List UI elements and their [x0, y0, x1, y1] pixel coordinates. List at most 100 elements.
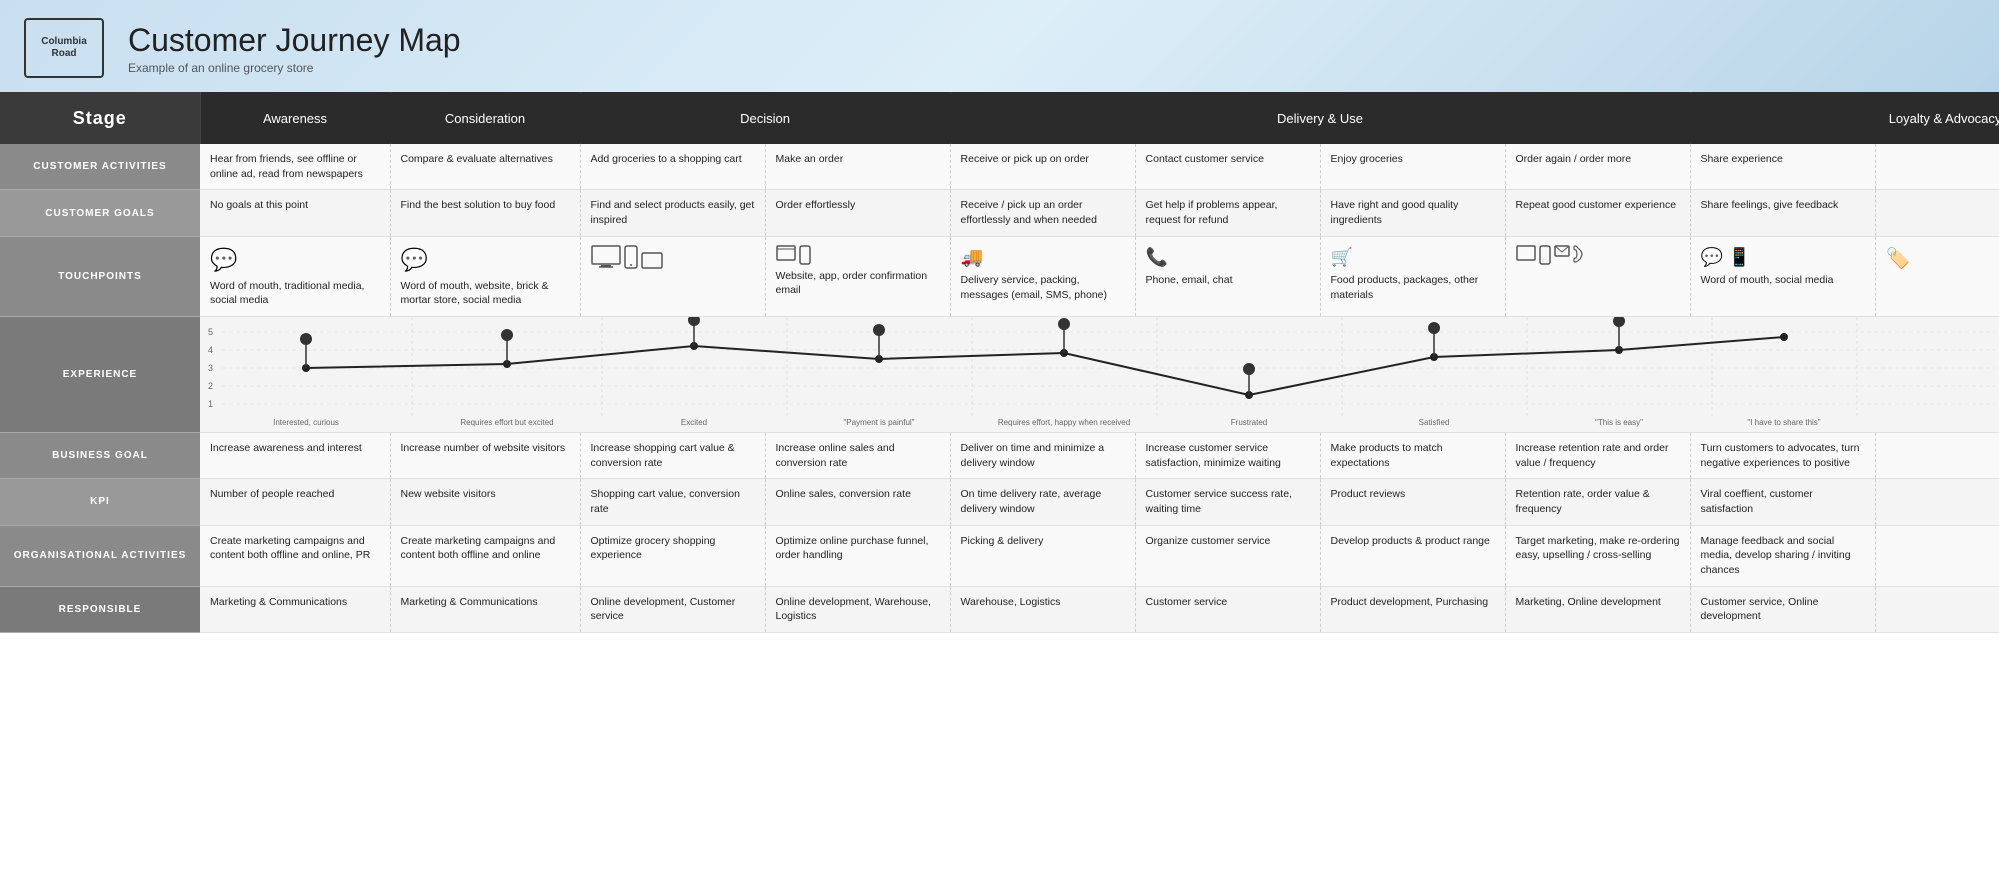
oa-delivery1: Picking & delivery — [950, 525, 1135, 586]
oa-decision2: Optimize online purchase funnel, order h… — [765, 525, 950, 586]
oa-loyalty1: Manage feedback and social media, develo… — [1690, 525, 1875, 586]
ca-delivery3: Enjoy groceries — [1320, 144, 1505, 190]
exp-label-8: "I have to share this" — [1747, 418, 1820, 427]
label-business-goal: BUSINESS GOAL — [0, 432, 200, 478]
email-icon — [1554, 245, 1570, 257]
stage-header-row: Stage Awareness Consideration Decision — [0, 92, 1999, 144]
row-responsible: RESPONSIBLE Marketing & Communications M… — [0, 586, 1999, 632]
tp-loyalty1 — [1505, 236, 1690, 316]
kpi-awareness: Number of people reached — [200, 479, 390, 525]
exp-pinhead-6 — [1428, 322, 1440, 334]
exp-pinhead-2 — [688, 317, 700, 326]
tp-loyalty3-icon: 🏷️ — [1886, 245, 1999, 273]
tp-consideration-icons: 💬 — [401, 245, 570, 276]
row-customer-activities: CUSTOMER ACTIVITIES Hear from friends, s… — [0, 144, 1999, 190]
resp-decision2: Online development, Warehouse, Logistics — [765, 586, 950, 632]
cg-decision1: Find and select products easily, get ins… — [580, 190, 765, 236]
exp-pinhead-4 — [1058, 318, 1070, 330]
cg-decision2: Order effortlessly — [765, 190, 950, 236]
bg-awareness: Increase awareness and interest — [200, 432, 390, 478]
oa-delivery3: Develop products & product range — [1320, 525, 1505, 586]
oa-loyalty2 — [1875, 525, 1999, 586]
tablet-icon — [641, 252, 663, 269]
tp-decision2-text: Website, app, order confirmation email — [776, 269, 940, 298]
row-experience: EXPERIENCE 5 4 3 2 1 — [0, 316, 1999, 432]
oa-decision1: Optimize grocery shopping experience — [580, 525, 765, 586]
bg-loyalty2 — [1875, 432, 1999, 478]
stage-label: Stage — [0, 92, 200, 144]
label-responsible: RESPONSIBLE — [0, 586, 200, 632]
svg-text:3: 3 — [208, 363, 213, 373]
cg-loyalty2 — [1875, 190, 1999, 236]
cg-loyalty1: Share feelings, give feedback — [1690, 190, 1875, 236]
tp-delivery1-icon: 🚚 — [961, 245, 1125, 270]
row-kpi: KPI Number of people reached New website… — [0, 479, 1999, 525]
ca-loyalty1: Share experience — [1690, 144, 1875, 190]
page-title: Customer Journey Map — [128, 22, 461, 59]
kpi-loyalty2 — [1875, 479, 1999, 525]
web-icon — [776, 245, 796, 261]
exp-label-6: Satisfied — [1419, 418, 1450, 427]
resp-awareness: Marketing & Communications — [200, 586, 390, 632]
ca-decision2: Make an order — [765, 144, 950, 190]
ca-delivery2: Contact customer service — [1135, 144, 1320, 190]
page-subtitle: Example of an online grocery store — [128, 61, 461, 75]
bg-delivery4: Increase retention rate and order value … — [1505, 432, 1690, 478]
logo-text: Columbia Road — [41, 36, 87, 60]
label-customer-goals: CUSTOMER GOALS — [0, 190, 200, 236]
tp-delivery3-text: Food products, packages, other materials — [1331, 273, 1495, 302]
kpi-loyalty1: Viral coeffient, customer satisfaction — [1690, 479, 1875, 525]
svg-text:4: 4 — [208, 345, 213, 355]
exp-pinhead-5 — [1243, 363, 1255, 375]
exp-label-3: "Payment is painful" — [843, 418, 914, 427]
tp-decision2-icons — [776, 245, 940, 265]
header-title-area: Customer Journey Map Example of an onlin… — [128, 22, 461, 75]
header: Columbia Road Customer Journey Map Examp… — [0, 0, 1999, 92]
row-touchpoints: TOUCHPOINTS 💬 Word of mouth, traditional… — [0, 236, 1999, 316]
exp-pinhead-0 — [300, 333, 312, 345]
bg-delivery3: Make products to match expectations — [1320, 432, 1505, 478]
kpi-delivery1: On time delivery rate, average delivery … — [950, 479, 1135, 525]
tp-awareness: 💬 Word of mouth, traditional media, soci… — [200, 236, 390, 316]
experience-chart-cell: 5 4 3 2 1 — [200, 316, 1999, 432]
resp-decision1: Online development, Customer service — [580, 586, 765, 632]
bg-loyalty1: Turn customers to advocates, turn negati… — [1690, 432, 1875, 478]
ca-loyalty2 — [1875, 144, 1999, 190]
screen-icon — [1516, 245, 1536, 261]
stage-delivery: Delivery & Use — [950, 92, 1690, 144]
cg-delivery2: Get help if problems appear, request for… — [1135, 190, 1320, 236]
resp-delivery4: Marketing, Online development — [1505, 586, 1690, 632]
exp-pinhead-3 — [873, 324, 885, 336]
oa-consideration: Create marketing campaigns and content b… — [390, 525, 580, 586]
cg-awareness: No goals at this point — [200, 190, 390, 236]
tp-delivery1-text: Delivery service, packing, messages (ema… — [961, 273, 1125, 302]
tp-delivery1: 🚚 Delivery service, packing, messages (e… — [950, 236, 1135, 316]
tp-loyalty1-icons — [1516, 245, 1680, 265]
kpi-decision1: Shopping cart value, conversion rate — [580, 479, 765, 525]
resp-loyalty1: Customer service, Online development — [1690, 586, 1875, 632]
resp-delivery2: Customer service — [1135, 586, 1320, 632]
bg-consideration: Increase number of website visitors — [390, 432, 580, 478]
kpi-decision2: Online sales, conversion rate — [765, 479, 950, 525]
bg-decision1: Increase shopping cart value & conversio… — [580, 432, 765, 478]
ca-delivery1: Receive or pick up on order — [950, 144, 1135, 190]
tp-awareness-icons: 💬 — [210, 245, 380, 276]
tp-decision2: Website, app, order confirmation email — [765, 236, 950, 316]
tp-loyalty3: 🏷️ — [1875, 236, 1999, 316]
kpi-delivery4: Retention rate, order value & frequency — [1505, 479, 1690, 525]
exp-pinhead-7 — [1613, 317, 1625, 327]
exp-label-5: Frustrated — [1231, 418, 1267, 427]
label-organisational: ORGANISATIONAL ACTIVITIES — [0, 525, 200, 586]
logo: Columbia Road — [24, 18, 104, 78]
tp-decision1-icons — [591, 245, 755, 269]
exp-label-0: Interested, curious — [273, 418, 339, 427]
tp-loyalty2-icons: 💬 📱 — [1701, 245, 1865, 270]
tp-delivery2: 📞 Phone, email, chat — [1135, 236, 1320, 316]
cg-delivery3: Have right and good quality ingredients — [1320, 190, 1505, 236]
mobile3-icon — [1539, 245, 1551, 265]
tp-consideration-text: Word of mouth, website, brick & mortar s… — [401, 279, 570, 308]
label-touchpoints: TOUCHPOINTS — [0, 236, 200, 316]
ca-consideration: Compare & evaluate alternatives — [390, 144, 580, 190]
tp-delivery3: 🛒 Food products, packages, other materia… — [1320, 236, 1505, 316]
stage-decision: Decision — [580, 92, 950, 144]
